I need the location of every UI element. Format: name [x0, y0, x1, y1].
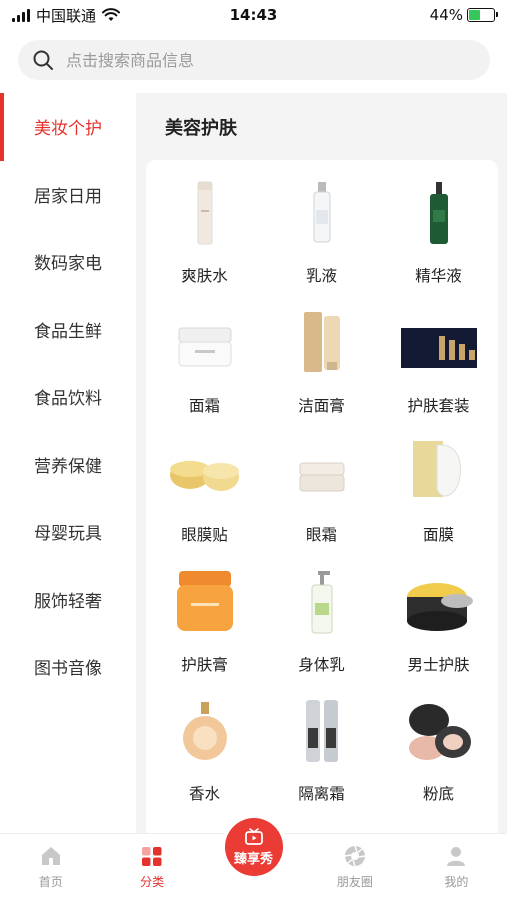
status-bar: 中国联通 14:43 44%: [0, 0, 507, 30]
category-sidebar: 美妆个护 居家日用 数码家电 食品生鲜 食品饮料 营养保健 母婴玩具 服饰轻奢 图书音像: [0, 93, 136, 833]
sidebar-item-6[interactable]: 母婴玩具: [0, 498, 136, 566]
tab-category[interactable]: 分类: [101, 834, 202, 900]
sidebar-item-4[interactable]: 食品饮料: [0, 363, 136, 431]
product-category-label: 护肤膏: [181, 655, 228, 674]
sidebar-item-0[interactable]: 美妆个护: [0, 93, 136, 161]
product-category-label: 香水: [188, 785, 220, 803]
product-category-label: 身体乳: [298, 655, 345, 674]
product-category-label: 乳液: [305, 267, 337, 285]
eye-mask-jars-icon: [165, 439, 245, 505]
product-category-item[interactable]: 香水: [146, 690, 263, 820]
sidebar-item-2[interactable]: 数码家电: [0, 228, 136, 296]
sidebar-item-8[interactable]: 图书音像: [0, 633, 136, 701]
aperture-icon: [344, 845, 366, 867]
product-category-item[interactable]: 洁面膏: [263, 302, 380, 432]
product-category-item[interactable]: 面膜: [380, 431, 497, 561]
toner-bottle-icon: [165, 180, 245, 246]
battery-icon: [467, 8, 498, 22]
zhenxiangxiu-button[interactable]: 臻享秀: [224, 818, 283, 876]
category-grid-icon: [142, 847, 162, 866]
orange-jar-icon: [165, 569, 245, 635]
product-category-item[interactable]: 爽肤水: [146, 172, 263, 302]
eye-cream-jar-icon: [282, 439, 362, 505]
tv-play-icon: [244, 827, 263, 845]
product-category-item[interactable]: 眼霜: [263, 431, 380, 561]
product-grid: 爽肤水 乳液 精华液面霜 洁面膏 护肤套装眼膜贴 眼霜 面膜护肤膏 身体乳 男士护肤香水 隔离霜 粉…: [146, 172, 498, 820]
perfume-bottle-icon: [165, 698, 245, 764]
center-button-label: 臻享秀: [234, 851, 274, 867]
product-category-item[interactable]: 眼膜贴: [146, 431, 263, 561]
tab-moments[interactable]: 朋友圈: [304, 834, 405, 900]
product-category-label: 护肤套装: [407, 396, 470, 415]
search-input[interactable]: [66, 50, 446, 70]
product-grid-card: 爽肤水 乳液 精华液面霜 洁面膏 护肤套装眼膜贴 眼霜 面膜护肤膏 身体乳 男士护肤香水 隔离霜 粉…: [146, 160, 498, 833]
sidebar-item-3[interactable]: 食品生鲜: [0, 296, 136, 364]
face-mask-icon: [399, 439, 479, 505]
tab-home[interactable]: 首页: [0, 834, 101, 900]
product-category-label: 粉底: [422, 785, 454, 803]
signal-icon: [12, 8, 30, 22]
product-category-label: 爽肤水: [181, 267, 228, 285]
lotion-bottle-icon: [282, 180, 362, 246]
sidebar-item-1[interactable]: 居家日用: [0, 161, 136, 229]
product-category-item[interactable]: 精华液: [380, 172, 497, 302]
tab-center[interactable]: 臻享秀: [203, 818, 304, 900]
bottom-tab-bar: 首页 分类 臻享秀 朋友圈 我的: [0, 818, 507, 900]
product-category-label: 精华液: [415, 267, 462, 285]
serum-bottle-icon: [399, 180, 479, 246]
product-category-label: 面霜: [188, 396, 220, 415]
body-lotion-icon: [282, 569, 362, 635]
carrier-label: 中国联通: [36, 6, 97, 25]
cleanser-tube-icon: [282, 310, 362, 376]
person-icon: [447, 847, 466, 866]
mens-skincare-icon: [399, 569, 479, 635]
tab-mine-label: 我的: [444, 875, 469, 889]
product-category-item[interactable]: 护肤膏: [146, 561, 263, 691]
subcategory-title[interactable]: 美容护肤: [165, 114, 237, 140]
tab-category-label: 分类: [140, 875, 165, 889]
product-category-label: 洁面膏: [298, 396, 345, 415]
wifi-icon: [102, 8, 121, 21]
product-category-item[interactable]: 男士护肤: [380, 561, 497, 691]
product-category-label: 眼膜贴: [181, 526, 228, 544]
skincare-set-icon: [399, 310, 479, 376]
product-category-item[interactable]: 身体乳: [263, 561, 380, 691]
search-icon: [33, 50, 53, 70]
home-icon: [41, 847, 60, 865]
product-category-item[interactable]: 护肤套装: [380, 302, 497, 432]
product-category-label: 眼霜: [305, 526, 337, 544]
cushion-compact-icon: [399, 698, 479, 764]
product-category-item[interactable]: 粉底: [380, 690, 497, 820]
product-category-item[interactable]: 乳液: [263, 172, 380, 302]
product-category-label: 隔离霜: [298, 785, 345, 803]
tab-home-label: 首页: [38, 875, 63, 889]
search-bar[interactable]: [18, 40, 490, 80]
tab-moments-label: 朋友圈: [336, 875, 373, 889]
primer-bottles-icon: [282, 698, 362, 764]
product-category-item[interactable]: 面霜: [146, 302, 263, 432]
cream-jar-icon: [165, 310, 245, 376]
battery-percent: 44%: [429, 6, 463, 24]
product-category-label: 男士护肤: [407, 655, 470, 674]
sidebar-item-5[interactable]: 营养保健: [0, 431, 136, 499]
product-category-item[interactable]: 隔离霜: [263, 690, 380, 820]
sidebar-item-7[interactable]: 服饰轻奢: [0, 566, 136, 634]
tab-mine[interactable]: 我的: [406, 834, 507, 900]
product-category-label: 面膜: [422, 526, 454, 544]
